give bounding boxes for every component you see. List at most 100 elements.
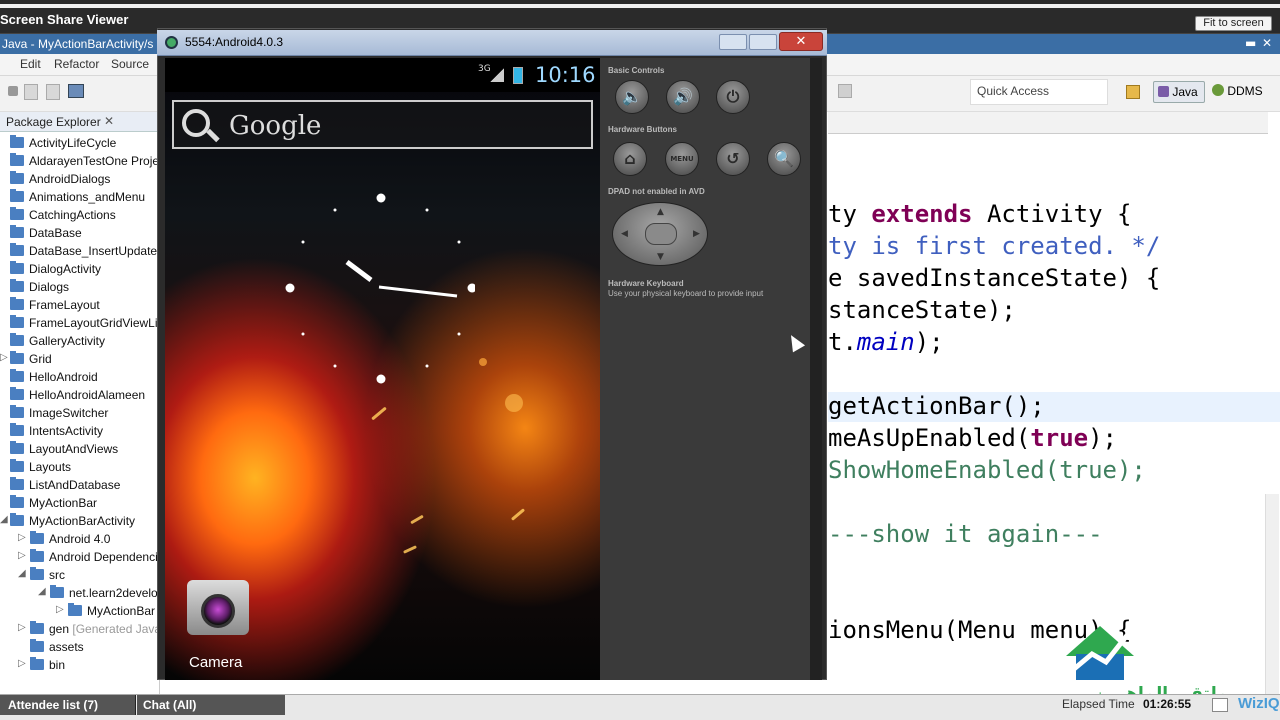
expand-arrow-icon[interactable]: ◢	[18, 568, 26, 579]
wiziq-logo: WizIQ	[1238, 695, 1280, 712]
tree-item[interactable]: ActivityLifeCycle	[0, 134, 160, 152]
expand-arrow-icon[interactable]: ▷	[18, 622, 26, 633]
tree-item[interactable]: ◢ src	[0, 566, 160, 584]
tree-item[interactable]: FrameLayout	[0, 296, 160, 314]
folder-icon	[10, 189, 24, 202]
code-token: meAsUpEnabled(	[828, 424, 1031, 452]
tree-item[interactable]: ◢ net.learn2develo	[0, 584, 160, 602]
tree-item[interactable]: CatchingActions	[0, 206, 160, 224]
print-icon[interactable]	[68, 84, 84, 98]
code-line: t.main);	[828, 328, 944, 356]
expand-arrow-icon[interactable]: ▷	[18, 658, 26, 669]
share-icon[interactable]	[1212, 698, 1228, 712]
expand-arrow-icon[interactable]: ▷	[18, 550, 26, 561]
tree-item[interactable]: ▷ Android 4.0	[0, 530, 160, 548]
menu-refactor[interactable]: Refactor	[54, 57, 99, 71]
quick-access-input[interactable]: Quick Access	[970, 79, 1108, 105]
tree-item[interactable]: FrameLayoutGridViewLi	[0, 314, 160, 332]
close-button[interactable]: ✕	[779, 32, 823, 51]
editor-tabbar	[828, 112, 1268, 134]
dpad-control[interactable]: ▲ ▼ ◀ ▶	[612, 202, 708, 266]
folder-icon	[10, 387, 24, 400]
expand-arrow-icon[interactable]: ▷	[0, 352, 8, 363]
editor-vertical-scrollbar[interactable]	[1265, 494, 1279, 694]
dpad-down-icon[interactable]: ▼	[657, 252, 664, 262]
tree-item[interactable]: ◢ MyActionBarActivity	[0, 512, 160, 530]
tree-item[interactable]: assets	[0, 638, 160, 656]
tree-item[interactable]: DataBase_InsertUpdateD	[0, 242, 160, 260]
dpad-right-icon[interactable]: ▶	[693, 229, 700, 239]
android-screen[interactable]: 3G 10:16 Google Camera	[165, 58, 600, 680]
tree-item[interactable]: Layouts	[0, 458, 160, 476]
close-icon[interactable]: ✕	[104, 114, 114, 128]
open-perspective-icon[interactable]	[1126, 85, 1140, 99]
tree-item[interactable]: ▷ Android Dependenci	[0, 548, 160, 566]
tree-item[interactable]: ▷ Grid	[0, 350, 160, 368]
volume-up-button[interactable]: 🔊	[666, 80, 700, 114]
tree-item[interactable]: AndroidDialogs	[0, 170, 160, 188]
minimize-icon[interactable]: ▬	[1245, 36, 1259, 50]
tree-item-label: gen [Generated Java	[49, 622, 160, 636]
tree-item[interactable]: ImageSwitcher	[0, 404, 160, 422]
tree-item[interactable]: IntentsActivity	[0, 422, 160, 440]
analog-clock-widget[interactable]	[275, 180, 475, 390]
tree-item[interactable]: DialogActivity	[0, 260, 160, 278]
perspective-ddms[interactable]: DDMS	[1208, 81, 1268, 103]
chat-tab[interactable]: Chat (All)	[137, 695, 285, 715]
menu-button[interactable]: MENU	[665, 142, 699, 176]
code-editor[interactable]: ty extends Activity {ty is first created…	[828, 134, 1280, 694]
menu-source[interactable]: Source	[111, 57, 149, 71]
run-dropdown-icon[interactable]	[8, 86, 18, 96]
camera-app-label[interactable]: Camera	[189, 654, 242, 671]
minimize-button[interactable]	[719, 34, 747, 50]
tree-item[interactable]: Animations_andMenu	[0, 188, 160, 206]
tree-item[interactable]: GalleryActivity	[0, 332, 160, 350]
tree-item[interactable]: HelloAndroid	[0, 368, 160, 386]
google-search-bar[interactable]: Google	[172, 100, 593, 149]
tree-item-label: AndroidDialogs	[29, 172, 111, 186]
perspective-java[interactable]: Java	[1153, 81, 1205, 103]
menu-edit[interactable]: Edit	[20, 57, 41, 71]
tree-item-label: ActivityLifeCycle	[29, 136, 117, 150]
maximize-button[interactable]	[749, 34, 777, 50]
expand-arrow-icon[interactable]: ◢	[0, 514, 8, 525]
nav-icon[interactable]	[838, 84, 852, 98]
tree-item[interactable]: HelloAndroidAlameen	[0, 386, 160, 404]
tree-item[interactable]: LayoutAndViews	[0, 440, 160, 458]
wallpaper-bokeh	[479, 358, 487, 366]
tree-item[interactable]: ▷ MyActionBar	[0, 602, 160, 620]
camera-lens-icon	[201, 594, 235, 628]
tree-item[interactable]: MyActionBar	[0, 494, 160, 512]
tree-item[interactable]: Dialogs	[0, 278, 160, 296]
search-button[interactable]: 🔍	[767, 142, 801, 176]
expand-arrow-icon[interactable]: ◢	[38, 586, 46, 597]
tree-item[interactable]: ▷ bin	[0, 656, 160, 674]
code-line: ty is first created. */	[828, 232, 1160, 260]
home-button[interactable]: ⌂	[613, 142, 647, 176]
fit-to-screen-button[interactable]: Fit to screen	[1195, 16, 1272, 31]
power-button[interactable]: ⏻	[716, 80, 750, 114]
attendee-list-tab[interactable]: Attendee list (7)	[0, 695, 136, 715]
tree-item[interactable]: AldarayenTestOne Proje	[0, 152, 160, 170]
network-type: 3G	[478, 64, 491, 74]
close-icon[interactable]: ✕	[1262, 36, 1278, 50]
watermark-text: ملتقى الماهرين	[1094, 684, 1228, 694]
tree-item[interactable]: ▷ gen [Generated Java	[0, 620, 160, 638]
tree-item[interactable]: DataBase	[0, 224, 160, 242]
tree-item-label: FrameLayout	[29, 298, 100, 312]
dpad-center-button[interactable]	[645, 223, 677, 245]
save-icon[interactable]	[24, 84, 38, 100]
dpad-left-icon[interactable]: ◀	[621, 229, 628, 239]
code-token: extends	[871, 200, 973, 228]
tree-item[interactable]: ListAndDatabase	[0, 476, 160, 494]
elapsed-time-value: 01:26:55	[1143, 697, 1192, 711]
dpad-up-icon[interactable]: ▲	[657, 207, 664, 217]
expand-arrow-icon[interactable]: ▷	[56, 604, 64, 615]
volume-down-button[interactable]: 🔈	[615, 80, 649, 114]
wallpaper-streak	[510, 508, 526, 521]
folder-icon	[10, 405, 24, 418]
save-all-icon[interactable]	[46, 84, 60, 100]
expand-arrow-icon[interactable]: ▷	[18, 532, 26, 543]
back-button[interactable]: ↺	[716, 142, 750, 176]
package-explorer-tab[interactable]: Package Explorer ✕	[0, 112, 160, 132]
